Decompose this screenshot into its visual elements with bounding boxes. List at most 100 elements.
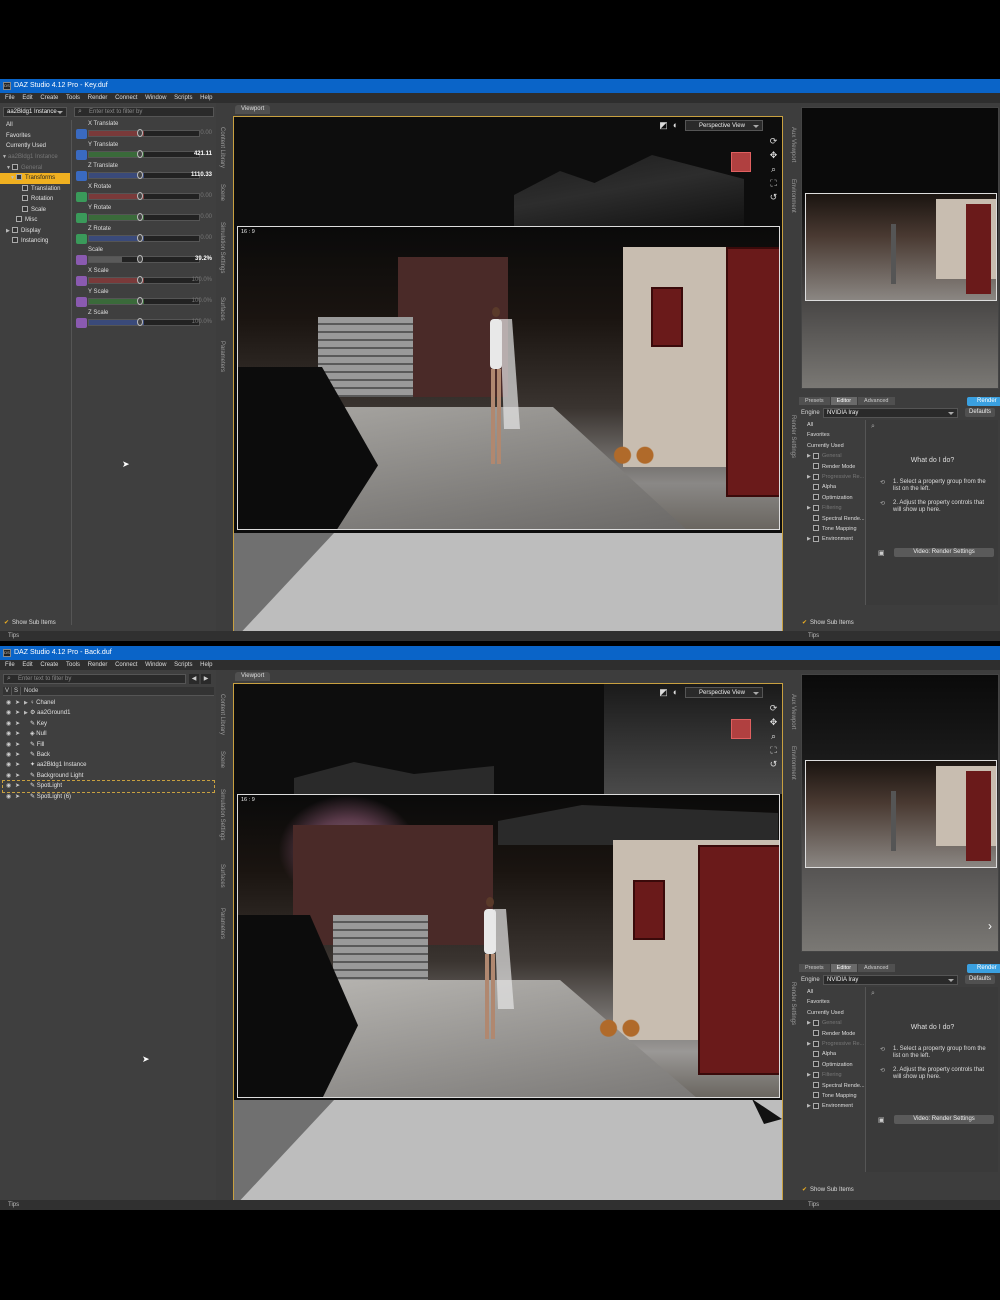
param-z-rotate[interactable]: Z Rotate 0.00 xyxy=(74,226,214,247)
render-group-tone-mapping[interactable]: Tone Mapping xyxy=(803,524,865,534)
tab-parameters[interactable]: Parameters xyxy=(219,341,225,372)
menu-render[interactable]: Render xyxy=(88,662,108,668)
tab-presets[interactable]: Presets xyxy=(799,397,830,405)
arrow-left-icon[interactable]: ◀ xyxy=(189,674,199,684)
orbit-icon[interactable]: ⟳ xyxy=(769,137,778,146)
eye-icon[interactable]: ◉ xyxy=(6,781,15,791)
render-group-render-mode[interactable]: Render Mode xyxy=(803,1029,865,1039)
render-group-alpha[interactable]: Alpha xyxy=(803,1049,865,1059)
render-group-spectral[interactable]: Spectral Rende... xyxy=(803,1081,865,1091)
slider-knob[interactable] xyxy=(137,276,143,284)
render-cat-all[interactable]: All xyxy=(803,987,865,997)
tree-misc[interactable]: Misc xyxy=(0,215,70,226)
param-x-translate[interactable]: X Translate 0.00 xyxy=(74,121,214,142)
slider-track[interactable] xyxy=(88,277,200,284)
pointer-icon[interactable]: ➤ xyxy=(15,729,24,739)
render-group-general[interactable]: ▶ General xyxy=(803,451,865,461)
param-x-scale[interactable]: X Scale 100.0% xyxy=(74,268,214,289)
menu-connect[interactable]: Connect xyxy=(115,95,137,101)
viewport-tab[interactable]: Viewport xyxy=(235,672,271,681)
slider-knob[interactable] xyxy=(137,129,143,137)
slider-knob[interactable] xyxy=(137,150,143,158)
frame-icon[interactable]: ⛶ xyxy=(769,746,778,755)
slider-track[interactable] xyxy=(88,130,200,137)
slider-track[interactable] xyxy=(88,214,200,221)
menu-help[interactable]: Help xyxy=(200,95,212,101)
camera-select[interactable]: Perspective View xyxy=(685,687,763,698)
menu-create[interactable]: Create xyxy=(40,95,58,101)
pan-icon[interactable]: ✥ xyxy=(769,151,778,160)
tab-render-settings[interactable]: Render Settings xyxy=(790,982,796,1025)
pan-icon[interactable]: ✥ xyxy=(769,718,778,727)
render-group-tone-mapping[interactable]: Tone Mapping xyxy=(803,1091,865,1101)
menu-file[interactable]: File xyxy=(5,95,15,101)
render-show-sub-items-checkbox[interactable]: Show Sub Items xyxy=(802,1186,854,1193)
slider-knob[interactable] xyxy=(137,318,143,326)
reset-view-icon[interactable]: ↺ xyxy=(769,193,778,202)
eye-icon[interactable]: ◉ xyxy=(6,698,15,708)
eye-icon[interactable]: ◉ xyxy=(6,760,15,770)
aux-viewport[interactable] xyxy=(801,107,999,389)
eye-icon[interactable]: ◉ xyxy=(6,740,15,750)
node-select[interactable]: aa2Bldg1 Instance xyxy=(3,107,67,117)
tab-surfaces[interactable]: Surfaces xyxy=(219,297,225,321)
tab-content-library[interactable]: Content Library xyxy=(219,127,225,168)
orbit-icon[interactable]: ⟳ xyxy=(769,704,778,713)
slider-knob[interactable] xyxy=(137,297,143,305)
pane-divider[interactable] xyxy=(71,120,72,625)
render-group-environment[interactable]: ▶ Environment xyxy=(803,1101,865,1111)
tab-advanced[interactable]: Advanced xyxy=(858,397,895,405)
tab-editor[interactable]: Editor xyxy=(830,964,858,972)
slider-track[interactable] xyxy=(88,256,200,263)
slider-knob[interactable] xyxy=(137,234,143,242)
defaults-button[interactable]: Defaults xyxy=(965,408,996,417)
node-column-header[interactable]: Node xyxy=(21,687,38,696)
slider-knob[interactable] xyxy=(137,213,143,221)
pointer-icon[interactable]: ➤ xyxy=(15,740,24,750)
camera-select[interactable]: Perspective View xyxy=(685,120,763,131)
menu-help[interactable]: Help xyxy=(200,662,212,668)
tab-content-library[interactable]: Content Library xyxy=(219,694,225,735)
pointer-icon[interactable]: ➤ xyxy=(15,760,24,770)
menu-window[interactable]: Window xyxy=(145,662,166,668)
menu-render[interactable]: Render xyxy=(88,95,108,101)
viewport[interactable]: 16 : 9 Perspective View ◩ ◐ ⟳ ✥ ⌕ ⛶ ↺ xyxy=(233,116,783,640)
tree-root[interactable]: ▼aa2Bldg1 Instance xyxy=(0,152,70,163)
render-cat-all[interactable]: All xyxy=(803,420,865,430)
render-cat-currently-used[interactable]: Currently Used xyxy=(803,441,865,451)
render-group-general[interactable]: ▶ General xyxy=(803,1018,865,1028)
tab-presets[interactable]: Presets xyxy=(799,964,830,972)
render-cat-currently-used[interactable]: Currently Used xyxy=(803,1008,865,1018)
tab-render-settings[interactable]: Render Settings xyxy=(790,415,796,458)
node-row[interactable]: ◉ ➤ ◈ Null xyxy=(3,729,214,739)
menu-scripts[interactable]: Scripts xyxy=(174,662,192,668)
node-row[interactable]: ◉ ➤ ▶ ⚙ aa2Ground1 xyxy=(3,708,214,718)
render-button[interactable]: Render xyxy=(967,964,1000,973)
node-row[interactable]: ◉ ➤ ✎ SpotLight (6) xyxy=(3,792,214,802)
pointer-icon[interactable]: ➤ xyxy=(15,781,24,791)
node-row[interactable]: ◉ ➤ ▶ ♀ Chanel xyxy=(3,698,214,708)
tab-simulation-settings[interactable]: Simulation Settings xyxy=(219,789,225,840)
eye-icon[interactable]: ◉ xyxy=(6,750,15,760)
tree-scale[interactable]: Scale xyxy=(0,205,70,216)
aux-viewport[interactable]: › xyxy=(801,674,999,952)
tree-display[interactable]: ▶ Display xyxy=(0,226,70,237)
render-cat-favorites[interactable]: Favorites xyxy=(803,997,865,1007)
param-y-scale[interactable]: Y Scale 100.0% xyxy=(74,289,214,310)
menu-file[interactable]: File xyxy=(5,662,15,668)
eye-icon[interactable]: ◉ xyxy=(6,771,15,781)
param-z-translate[interactable]: Z Translate 1110.33 xyxy=(74,163,214,184)
menu-tools[interactable]: Tools xyxy=(66,662,80,668)
slider-track[interactable] xyxy=(88,172,200,179)
node-row[interactable]: ◉ ➤ ✎ Background Light xyxy=(3,771,214,781)
eye-icon[interactable]: ◉ xyxy=(6,719,15,729)
engine-select[interactable]: NVIDIA Iray xyxy=(823,975,958,985)
slider-track[interactable] xyxy=(88,151,200,158)
selectable-column-header[interactable]: S xyxy=(12,687,21,696)
pointer-icon[interactable]: ➤ xyxy=(15,708,24,718)
draw-style-icon[interactable]: ◐ xyxy=(671,121,680,130)
render-group-alpha[interactable]: Alpha xyxy=(803,482,865,492)
tree-rotation[interactable]: Rotation xyxy=(0,194,70,205)
tips-label[interactable]: Tips xyxy=(8,633,19,639)
eye-icon[interactable]: ◉ xyxy=(6,708,15,718)
